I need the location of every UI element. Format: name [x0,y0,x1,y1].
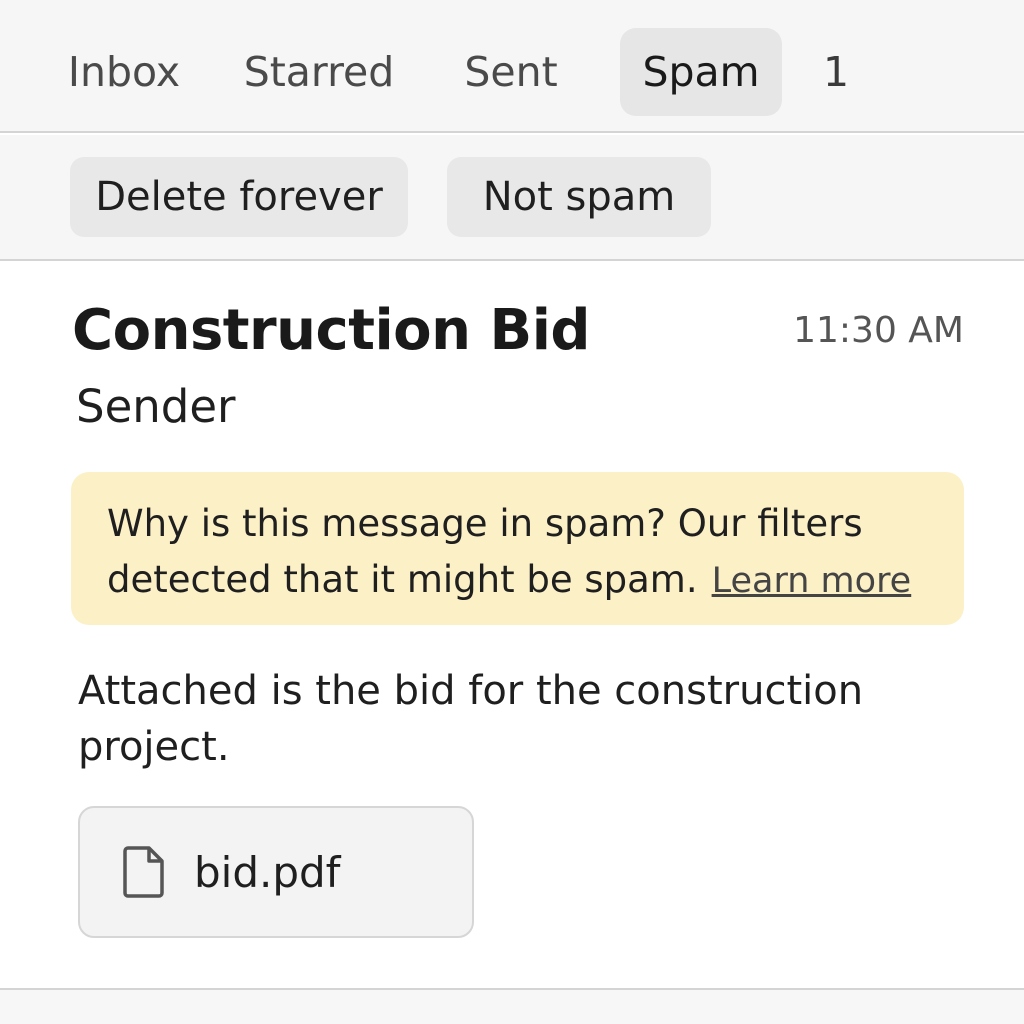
tab-sent[interactable]: Sent [452,28,570,116]
delete-forever-button[interactable]: Delete forever [70,157,408,237]
tab-inbox[interactable]: Inbox [56,28,192,116]
message-sender[interactable]: Sender [76,380,236,433]
not-spam-button[interactable]: Not spam [447,157,711,237]
attachment-chip[interactable]: bid.pdf [78,806,474,938]
tab-starred[interactable]: Starred [232,28,406,116]
spam-warning-banner: Why is this message in spam? Our filters… [71,472,964,625]
message-subject: Construction Bid [72,298,590,363]
attachment-name: bid.pdf [194,847,341,897]
action-toolbar: Delete forever Not spam [0,135,1024,261]
learn-more-link[interactable]: Learn more [712,561,912,601]
email-view: Inbox Starred Sent Spam 1 Delete forever… [0,0,1024,1024]
file-icon [122,845,166,899]
folder-tabs: Inbox Starred Sent Spam 1 [0,0,1024,133]
footer-divider [0,988,1024,1024]
message-body: Attached is the bid for the construction… [78,668,864,770]
tab-spam[interactable]: Spam [620,28,782,116]
message-time: 11:30 AM [793,310,964,351]
spam-count: 1 [822,48,850,96]
